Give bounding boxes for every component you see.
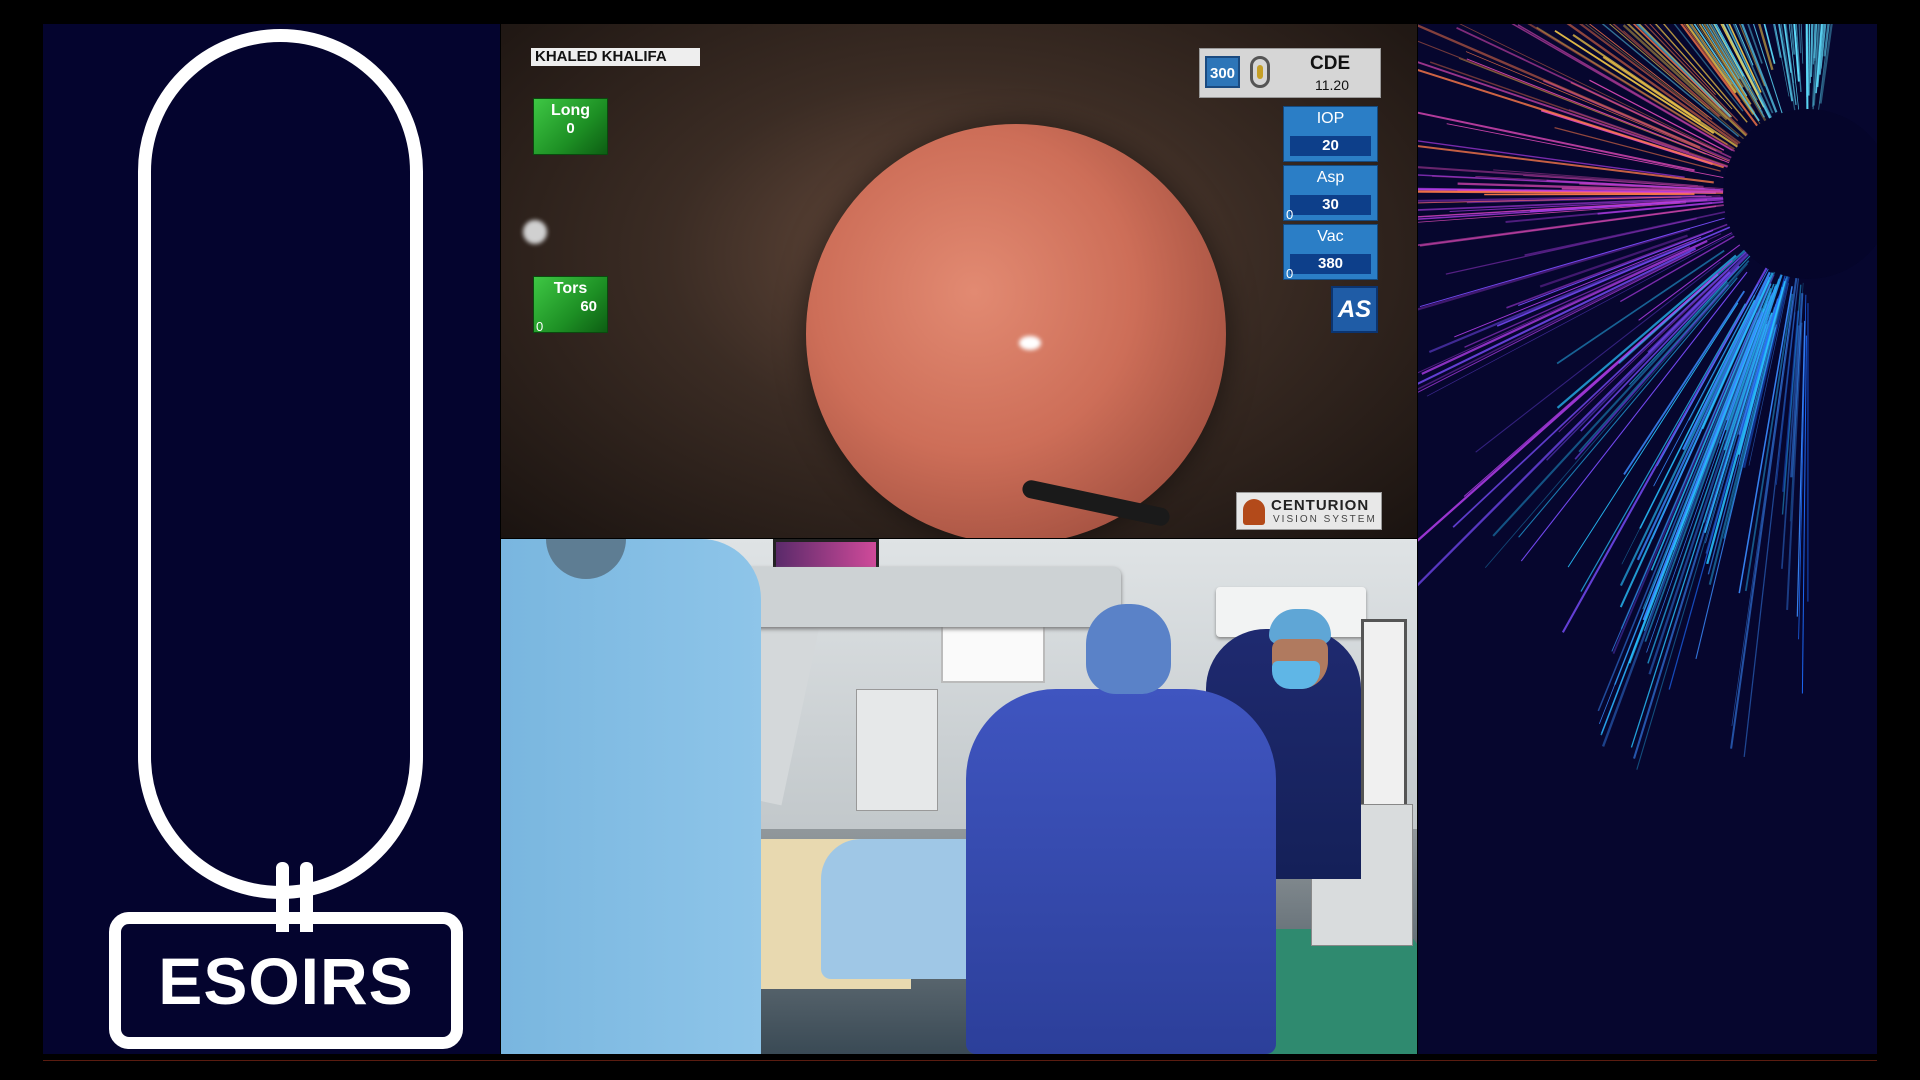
burst-ray [1418, 251, 1692, 390]
phaco-monitor [1361, 619, 1407, 815]
iop-indicator: IOP 20 [1283, 106, 1378, 162]
burst-ray [1421, 239, 1708, 375]
footpedal-icon [1250, 56, 1270, 88]
observer-mask [1272, 661, 1320, 689]
light-reflection [1019, 336, 1041, 350]
light-burst-graphic [1418, 24, 1877, 770]
tors-indicator: Tors 60 0 [533, 276, 608, 334]
vac-min: 0 [1286, 266, 1294, 281]
surgical-video-feed: KHALED KHALIFA Long 0 Tors 60 0 300 CDE … [501, 24, 1417, 538]
asp-value: 30 [1290, 195, 1371, 215]
iop-value: 20 [1290, 136, 1371, 156]
power-indicator: 300 [1205, 56, 1240, 88]
bottom-divider [43, 1060, 1877, 1061]
logo-ring-shape [138, 29, 423, 899]
vac-indicator: Vac 380 0 [1283, 224, 1378, 281]
eye-red-reflex [806, 124, 1226, 538]
decorative-panel [1418, 24, 1877, 1054]
cde-value: 11.20 [1315, 77, 1349, 93]
asp-label: Asp [1316, 169, 1345, 186]
burst-ray [1418, 140, 1685, 178]
asp-min: 0 [1286, 207, 1294, 222]
centurion-helmet-icon [1243, 499, 1265, 525]
surgeon-cap [1086, 604, 1171, 694]
anesthesia-machine [856, 689, 938, 811]
long-indicator: Long 0 [533, 98, 608, 155]
iop-label: IOP [1316, 110, 1345, 127]
surgical-microscope [706, 567, 1121, 627]
burst-ray [1612, 274, 1775, 654]
assistant-person [501, 539, 761, 1054]
surgeon-name-label: KHALED KHALIFA [531, 48, 700, 66]
burst-ray [1601, 300, 1770, 747]
cde-panel: 300 CDE 11.20 [1199, 48, 1381, 98]
long-value: 0 [566, 120, 575, 137]
burst-ray [1580, 303, 1746, 592]
burst-ray [1580, 265, 1740, 432]
brand-name: CENTURION [1271, 497, 1370, 514]
logo-text-box: ESOIRS [109, 912, 463, 1049]
tors-min: 0 [536, 319, 544, 334]
surgeon-person [966, 689, 1276, 1054]
vac-value: 380 [1290, 254, 1371, 274]
light-reflection [523, 220, 547, 244]
operating-room-video-feed [501, 539, 1417, 1054]
brand-subtitle: VISION SYSTEM [1273, 514, 1377, 525]
cde-label: CDE [1310, 53, 1351, 74]
centurion-brand-logo: CENTURION VISION SYSTEM [1236, 492, 1382, 530]
burst-ray [1778, 24, 1794, 102]
tors-value: 60 [580, 298, 597, 315]
asp-indicator: Asp 30 0 [1283, 165, 1378, 222]
as-mode-icon: AS [1331, 286, 1378, 333]
vac-label: Vac [1317, 228, 1344, 245]
burst-ray [1418, 227, 1691, 311]
long-label: Long [550, 102, 591, 119]
burst-ray [1518, 230, 1714, 306]
logo-text: ESOIRS [158, 943, 414, 1018]
logo-panel: ESOIRS [43, 24, 500, 1054]
tors-label: Tors [553, 280, 588, 297]
